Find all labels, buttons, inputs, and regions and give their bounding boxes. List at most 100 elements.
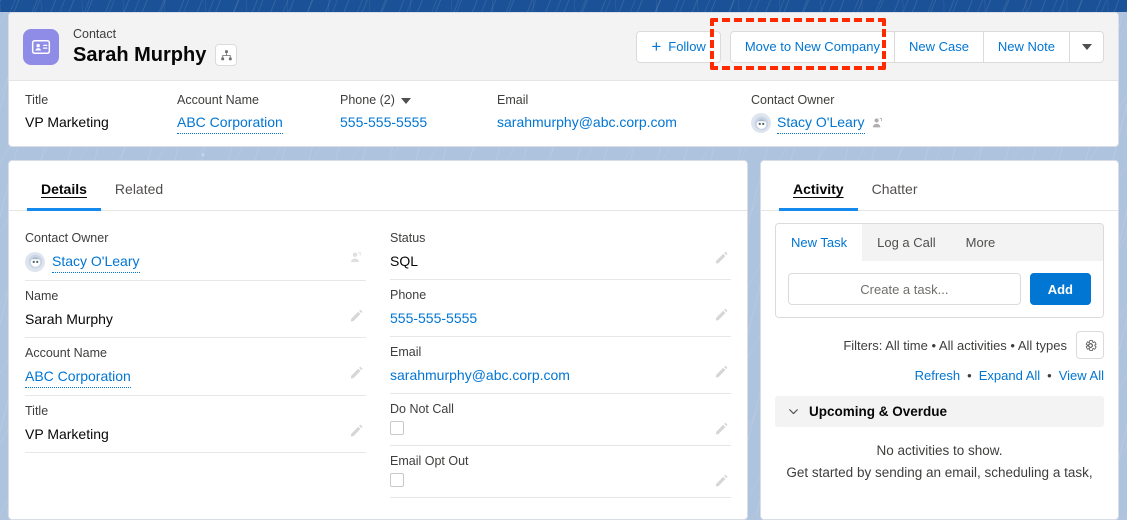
record-action-button-group: Move to New Company New Case New Note [729, 30, 1104, 63]
record-title-block: Contact Sarah Murphy [73, 26, 238, 68]
field-row-contact-owner: Contact Owner Stacy O'Leary [25, 229, 366, 281]
pencil-icon[interactable] [346, 420, 366, 440]
composer-tab-more[interactable]: More [951, 224, 1011, 261]
field-value-account-name[interactable]: ABC Corporation [25, 365, 131, 388]
contact-card-icon [23, 28, 59, 65]
field-label-contact-owner: Contact Owner [25, 231, 109, 245]
highlight-field-phone-label: Phone (2) [340, 92, 497, 109]
field-row-name: Name Sarah Murphy [25, 281, 366, 338]
highlight-field-phone: Phone (2) 555-555-5555 [340, 92, 497, 134]
activity-body: New Task Log a Call More Add Filters: Al… [761, 211, 1118, 484]
field-label-status: Status [390, 231, 426, 245]
expand-all-link[interactable]: Expand All [979, 368, 1040, 383]
tab-chatter[interactable]: Chatter [858, 161, 932, 211]
field-label-do-not-call: Do Not Call [390, 402, 454, 416]
highlight-field-email: Email sarahmurphy@abc.corp.com [497, 92, 751, 134]
field-label-account-name: Account Name [25, 346, 107, 360]
refresh-link[interactable]: Refresh [915, 368, 961, 383]
field-value-title: VP Marketing [25, 426, 109, 442]
field-label-email-opt-out: Email Opt Out [390, 454, 469, 468]
field-label-phone: Phone [390, 288, 427, 302]
highlights-action-bar: + Follow Move to New Company New Case Ne… [636, 30, 1104, 63]
composer-tab-log-a-call[interactable]: Log a Call [862, 224, 951, 261]
activity-links-row: Refresh • Expand All • View All [775, 368, 1104, 383]
field-label-email: Email [390, 345, 422, 359]
field-label-name: Name [25, 289, 59, 303]
details-card: Details Related Contact Owner Stacy O'Le… [8, 160, 748, 520]
pencil-icon[interactable] [346, 305, 366, 325]
field-value-phone[interactable]: 555-555-5555 [390, 307, 477, 329]
contact-owner-link[interactable]: Stacy O'Leary [777, 112, 865, 134]
field-row-email-opt-out: Email Opt Out [390, 446, 731, 498]
pencil-icon[interactable] [711, 361, 731, 381]
more-actions-button[interactable] [1070, 30, 1104, 63]
page-title: Sarah Murphy [73, 43, 207, 66]
avatar [25, 251, 45, 272]
empty-state-subtitle: Get started by sending an email, schedul… [786, 465, 1093, 480]
tab-activity[interactable]: Activity [779, 161, 858, 211]
activity-composer: New Task Log a Call More Add [775, 223, 1104, 318]
app-top-banner [0, 0, 1127, 12]
create-task-input[interactable] [788, 273, 1021, 305]
chevron-down-icon [1081, 43, 1092, 50]
details-right-column: Status SQL Phone 555-555-5555 Email sara… [390, 229, 731, 498]
highlight-field-title-label: Title [25, 93, 49, 107]
follow-button[interactable]: + Follow [636, 30, 721, 63]
account-name-link[interactable]: ABC Corporation [177, 112, 283, 134]
field-row-phone: Phone 555-555-5555 [390, 280, 731, 337]
email-opt-out-checkbox[interactable] [390, 473, 404, 487]
tab-details[interactable]: Details [27, 161, 101, 211]
add-task-button[interactable]: Add [1029, 273, 1091, 305]
activity-filters-text: Filters: All time • All activities • All… [843, 337, 1067, 353]
field-row-email: Email sarahmurphy@abc.corp.com [390, 337, 731, 394]
activity-empty-state: No activities to show. Get started by se… [775, 427, 1104, 484]
field-label-title: Title [25, 404, 49, 418]
chevron-down-icon[interactable] [400, 97, 411, 104]
pencil-icon[interactable] [711, 247, 731, 267]
do-not-call-checkbox[interactable] [390, 421, 404, 435]
gear-icon[interactable] [1076, 331, 1104, 359]
details-tab-bar: Details Related [9, 161, 747, 211]
record-highlights-panel: Contact Sarah Murphy + Follow Move to Ne… [8, 12, 1119, 147]
link-separator: • [967, 368, 972, 383]
details-left-column: Contact Owner Stacy O'Leary Name Sarah M… [25, 229, 366, 498]
hierarchy-icon[interactable] [215, 44, 238, 66]
new-note-button[interactable]: New Note [983, 30, 1070, 63]
activity-tab-bar: Activity Chatter [761, 161, 1118, 211]
details-body: Contact Owner Stacy O'Leary Name Sarah M… [9, 211, 747, 498]
empty-state-title: No activities to show. [876, 443, 1003, 458]
chevron-down-icon [787, 405, 800, 418]
field-value-email[interactable]: sarahmurphy@abc.corp.com [390, 364, 570, 386]
highlight-field-contact-owner: Contact Owner Stacy O'Leary [751, 92, 885, 134]
upcoming-overdue-section-header[interactable]: Upcoming & Overdue [775, 396, 1104, 427]
link-separator: • [1047, 368, 1052, 383]
highlight-field-title-value: VP Marketing [25, 114, 109, 130]
pencil-icon[interactable] [711, 304, 731, 324]
pencil-icon[interactable] [711, 418, 731, 438]
move-to-new-company-button[interactable]: Move to New Company [729, 30, 895, 63]
highlights-header-row: Contact Sarah Murphy + Follow Move to Ne… [9, 13, 1118, 81]
composer-input-row: Add [776, 261, 1103, 317]
phone-link[interactable]: 555-555-5555 [340, 112, 427, 133]
email-link[interactable]: sarahmurphy@abc.corp.com [497, 112, 677, 133]
tab-related[interactable]: Related [101, 161, 177, 211]
field-value-contact-owner[interactable]: Stacy O'Leary [52, 250, 140, 273]
upcoming-overdue-title: Upcoming & Overdue [809, 404, 948, 419]
activity-filters-row: Filters: All time • All activities • All… [775, 331, 1104, 359]
pencil-icon[interactable] [346, 362, 366, 382]
highlight-field-account-name-label: Account Name [177, 93, 259, 107]
composer-tab-new-task[interactable]: New Task [776, 224, 863, 261]
object-type-label: Contact [73, 26, 117, 41]
field-row-title: Title VP Marketing [25, 396, 366, 453]
field-row-status: Status SQL [390, 229, 731, 280]
highlight-field-account-name: Account Name ABC Corporation [177, 92, 340, 134]
change-owner-icon[interactable] [346, 247, 366, 267]
highlight-field-title: Title VP Marketing [25, 92, 177, 134]
field-row-account-name: Account Name ABC Corporation [25, 338, 366, 396]
new-case-button[interactable]: New Case [894, 30, 984, 63]
field-row-do-not-call: Do Not Call [390, 394, 731, 446]
highlight-field-email-label: Email [497, 93, 529, 107]
view-all-link[interactable]: View All [1059, 368, 1104, 383]
change-owner-icon[interactable] [871, 116, 885, 130]
pencil-icon[interactable] [711, 470, 731, 490]
